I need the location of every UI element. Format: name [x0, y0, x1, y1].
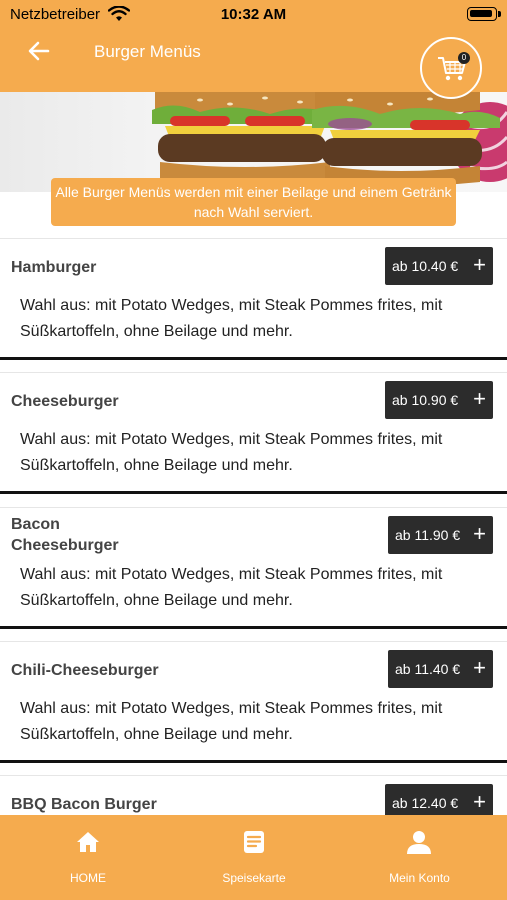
item-description: Wahl aus: mit Potato Wedges, mit Steak P…: [20, 566, 443, 609]
status-time: 10:32 AM: [220, 6, 287, 23]
battery-icon: [467, 7, 497, 21]
plus-icon: +: [473, 386, 486, 411]
item-description: Wahl aus: mit Potato Wedges, mit Steak P…: [20, 700, 443, 743]
item-price: ab 11.90 €: [395, 527, 461, 543]
cart-button[interactable]: 0: [420, 37, 482, 99]
item-name: Hamburger: [11, 259, 97, 276]
item-name: BBQ Bacon Burger: [11, 796, 157, 813]
tab-speisekarte[interactable]: Speisekarte: [176, 815, 332, 900]
add-to-cart-button[interactable]: ab 11.40 € +: [388, 650, 493, 688]
plus-icon: +: [473, 252, 486, 277]
item-name: Cheeseburger: [11, 393, 119, 410]
page-title: Burger Menüs: [94, 42, 201, 61]
list-item[interactable]: Cheeseburger ab 10.90 € + Wahl aus: mit …: [0, 372, 507, 494]
menu-info-note: Alle Burger Menüs werden mit einer Beila…: [51, 178, 456, 226]
menu-list-icon: [244, 831, 264, 853]
add-to-cart-button[interactable]: ab 10.90 € +: [385, 381, 493, 419]
tab-mein-konto[interactable]: Mein Konto: [332, 815, 507, 900]
item-price: ab 11.40 €: [395, 661, 461, 677]
item-description: Wahl aus: mit Potato Wedges, mit Steak P…: [20, 431, 443, 474]
list-item[interactable]: Chili-Cheeseburger ab 11.40 € + Wahl aus…: [0, 641, 507, 763]
add-to-cart-button[interactable]: ab 11.90 € +: [388, 516, 493, 554]
back-button[interactable]: [26, 38, 52, 64]
item-price: ab 12.40 €: [392, 795, 459, 811]
list-item[interactable]: Bacon Cheeseburger ab 11.90 € + Wahl aus…: [0, 507, 507, 629]
person-icon: [407, 831, 431, 854]
plus-icon: +: [473, 521, 486, 546]
plus-icon: +: [473, 655, 486, 680]
arrow-left-icon: [28, 41, 50, 61]
status-bar: Netzbetreiber 10:32 AM: [0, 0, 507, 28]
item-name: Bacon Cheeseburger: [11, 516, 119, 554]
tab-speisekarte-label: Speisekarte: [222, 871, 286, 885]
list-item[interactable]: Hamburger ab 10.40 € + Wahl aus: mit Pot…: [0, 238, 507, 360]
home-icon: [77, 832, 99, 852]
tab-mein-konto-label: Mein Konto: [389, 871, 450, 885]
item-description: Wahl aus: mit Potato Wedges, mit Steak P…: [20, 297, 443, 340]
item-name: Chili-Cheeseburger: [11, 662, 159, 679]
item-price: ab 10.40 €: [392, 258, 459, 274]
tab-home[interactable]: HOME: [0, 815, 176, 900]
item-price: ab 10.90 €: [392, 392, 459, 408]
burger-hero-image: [0, 92, 507, 192]
tab-home-label: HOME: [70, 871, 106, 885]
bottom-tab-bar: HOME Speisekarte Mein Konto: [0, 815, 507, 900]
add-to-cart-button[interactable]: ab 10.40 € +: [385, 247, 493, 285]
cart-count-badge: 0: [458, 52, 470, 64]
